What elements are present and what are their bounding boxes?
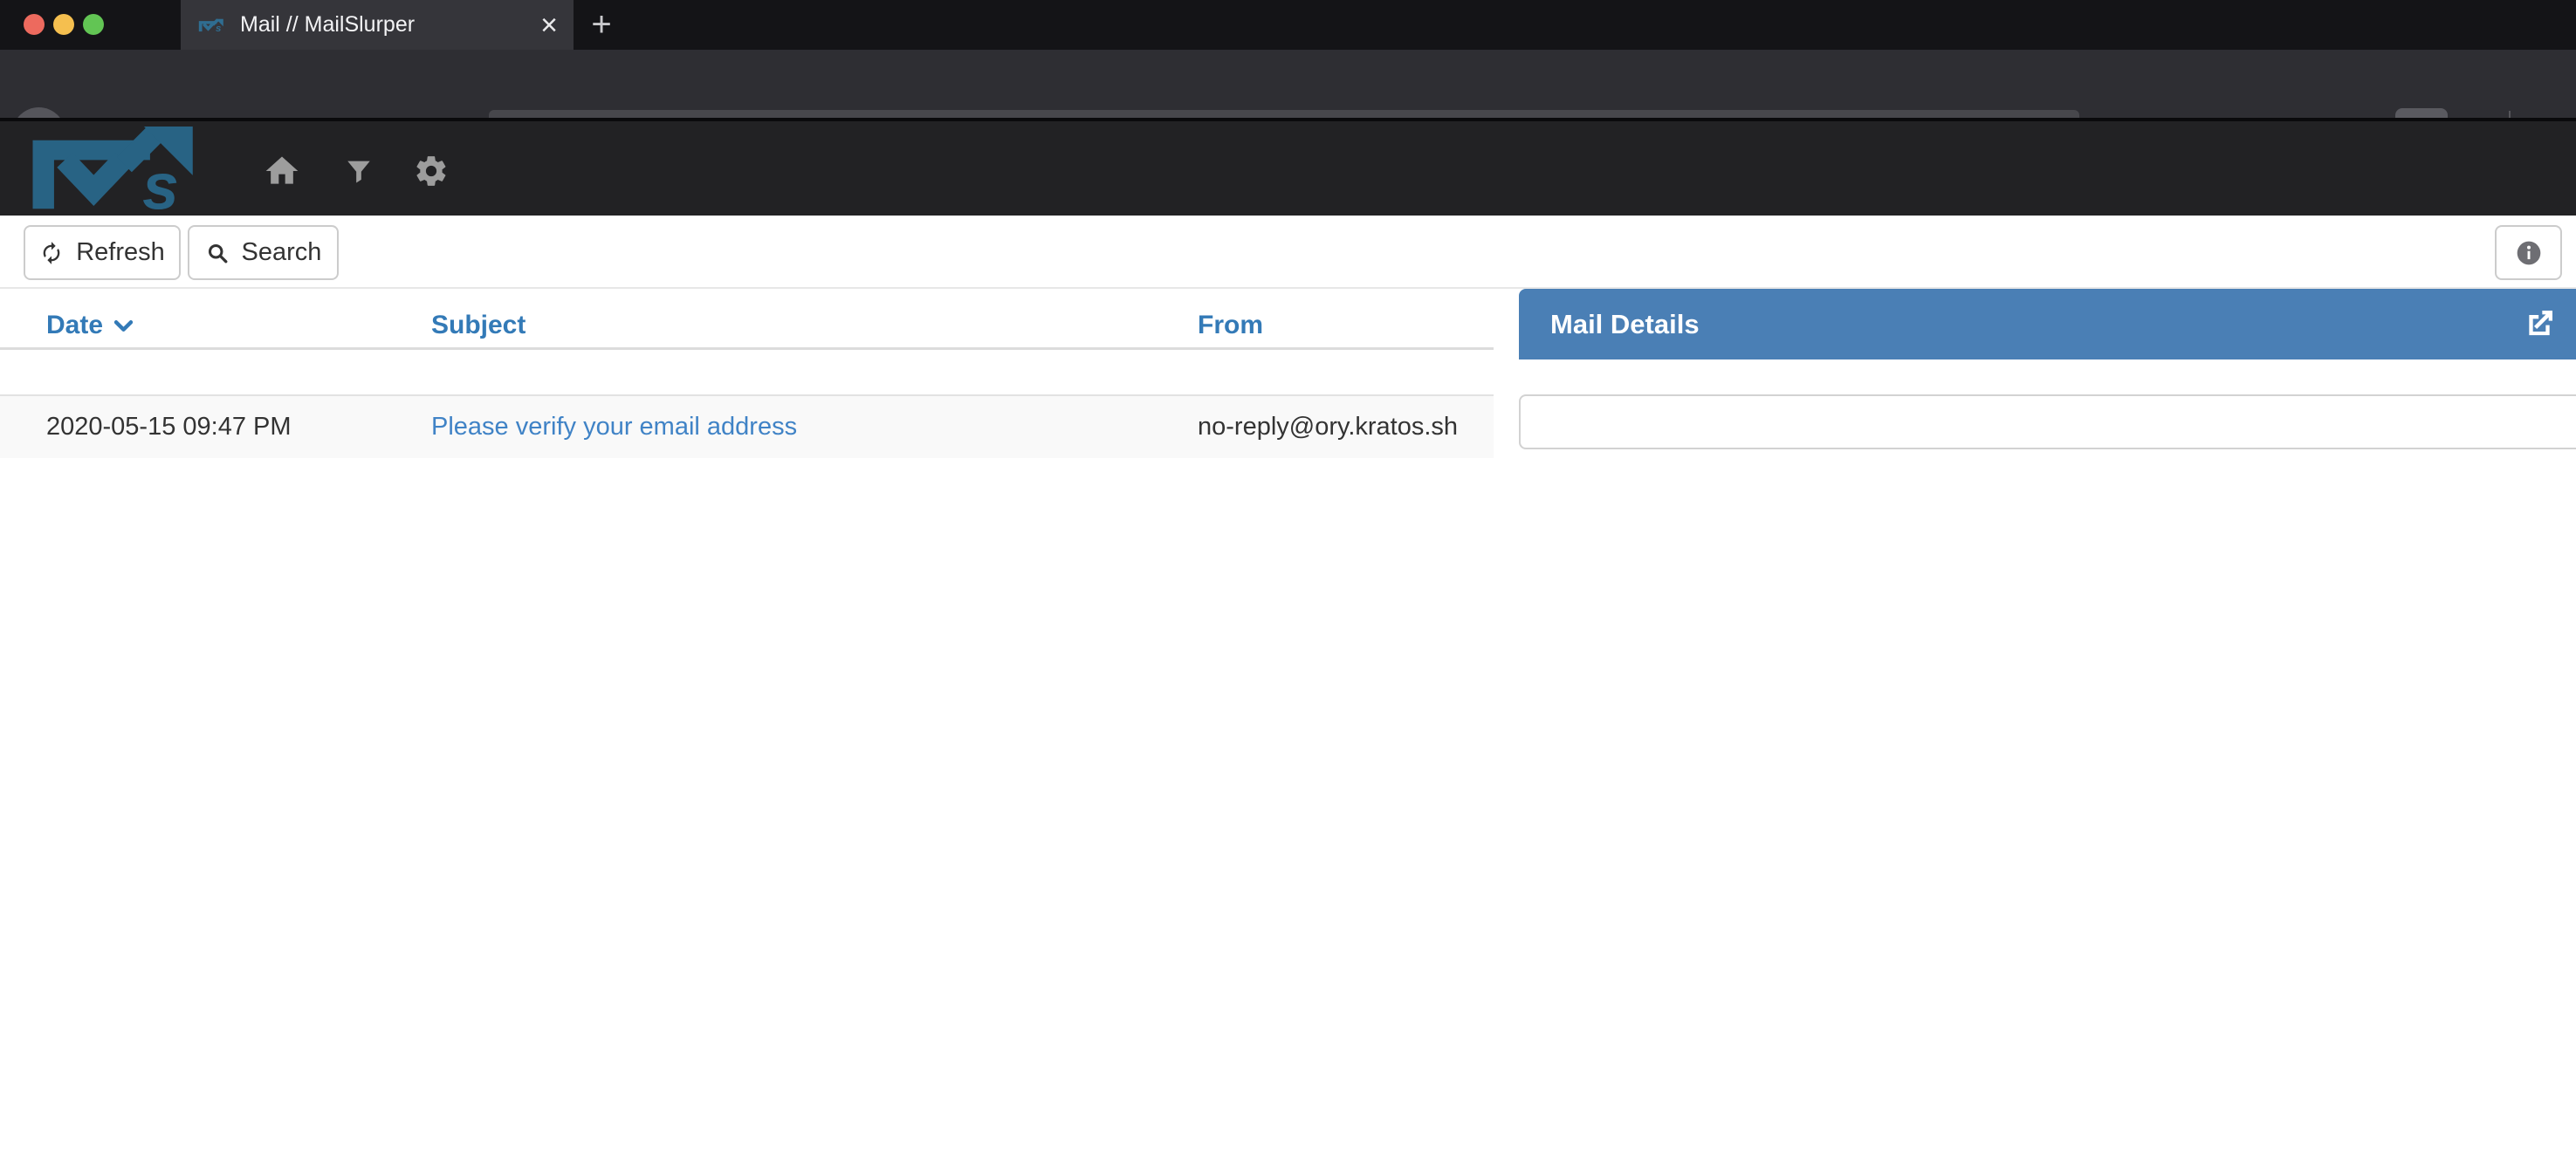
column-header-date[interactable]: Date [46,304,135,347]
refresh-icon [39,241,64,265]
mail-row[interactable]: 2020-05-15 09:47 PM Please verify your e… [0,394,1494,458]
external-link-icon [2522,306,2557,341]
browser-toolbar: 127.0.0.1:4436 uO [0,50,2576,118]
browser-tab[interactable]: Mail // MailSlurper × [181,0,574,50]
new-tab-button[interactable]: + [591,7,611,42]
refresh-label: Refresh [76,238,165,267]
mail-subject-cell: Please verify your email address [431,396,797,458]
date-column-label: Date [46,311,103,340]
action-bar: Refresh Search [0,216,2576,289]
app-settings-button[interactable] [413,153,450,189]
mailslurper-logo[interactable] [24,127,216,210]
info-icon [2515,239,2543,267]
mailslurper-favicon [198,14,226,37]
column-header-subject[interactable]: Subject [431,304,526,347]
sort-desc-icon [112,318,135,334]
mail-details-body [1519,394,2576,449]
tab-close-icon[interactable]: × [540,10,558,40]
search-label: Search [242,238,322,267]
app-filter-button[interactable] [344,155,374,187]
tab-title: Mail // MailSlurper [240,12,540,38]
window-close-button[interactable] [24,14,45,35]
mail-details-title: Mail Details [1550,309,2557,340]
info-button[interactable] [2495,225,2562,280]
plus-icon: + [591,7,611,42]
open-details-window-button[interactable] [2522,306,2557,341]
search-icon [205,241,230,265]
mail-date-cell: 2020-05-15 09:47 PM [46,396,292,458]
search-button[interactable]: Search [188,225,339,280]
mail-from-cell: no-reply@ory.kratos.sh [1198,396,1458,458]
subject-column-label: Subject [431,311,526,340]
app-navbar [0,118,2576,216]
column-header-from[interactable]: From [1198,304,1263,347]
table-header-divider [0,347,1494,350]
window-zoom-button[interactable] [83,14,104,35]
browser-tab-strip: Mail // MailSlurper × + [0,0,2576,50]
app-home-button[interactable] [263,152,301,190]
filter-funnel-icon [344,155,374,187]
refresh-button[interactable]: Refresh [24,225,181,280]
from-column-label: From [1198,311,1263,340]
mail-subject-link[interactable]: Please verify your email address [431,413,797,442]
mail-details-header: Mail Details [1519,289,2576,359]
gear-icon [413,153,450,189]
home-icon [263,152,301,190]
window-minimize-button[interactable] [53,14,74,35]
